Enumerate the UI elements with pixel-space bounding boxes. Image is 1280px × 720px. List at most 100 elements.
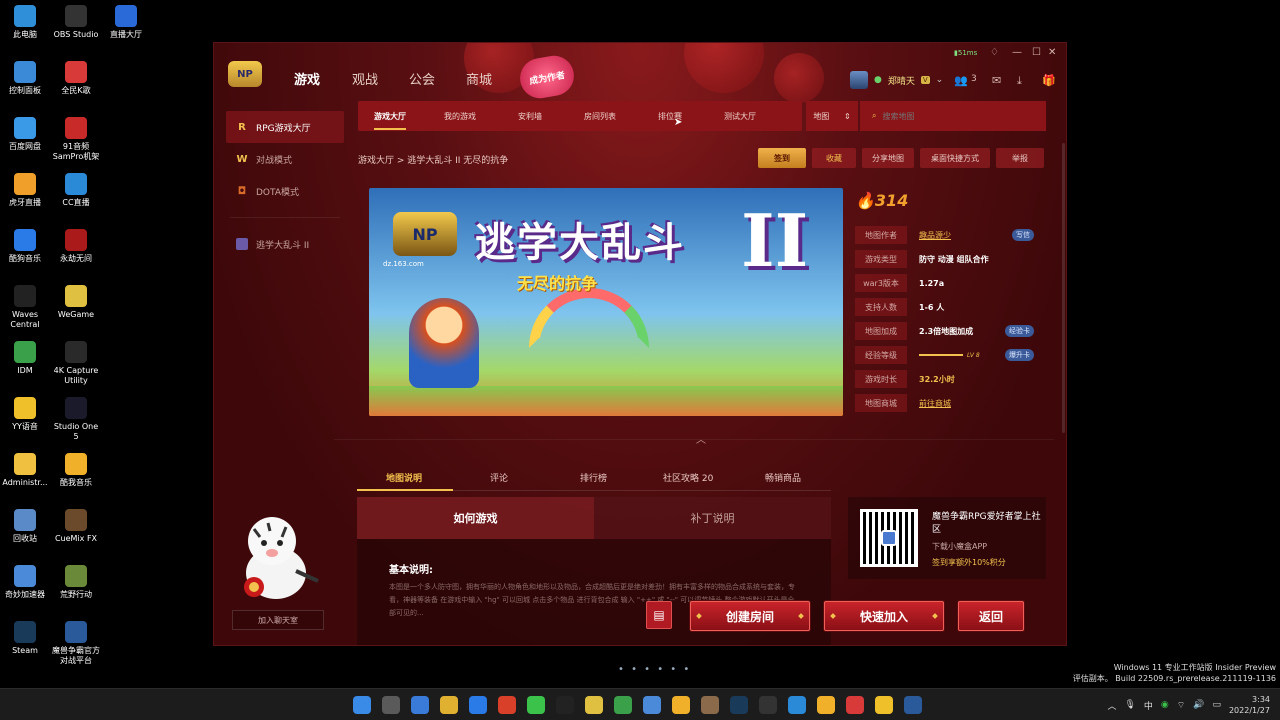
desktop-icon[interactable]: Steam [0,621,50,656]
start-icon[interactable] [353,696,371,714]
mail-icon[interactable]: ✉ [992,74,1001,87]
desktop-icon[interactable]: CueMix FX [51,509,101,544]
clock[interactable]: 3:34 2022/1/27 [1229,694,1270,716]
accelerator-icon[interactable] [643,696,661,714]
microphone-icon[interactable]: 🎙 [1124,700,1135,710]
become-author-badge[interactable]: 成为作者 [516,52,578,102]
cc-icon[interactable] [788,696,806,714]
wegame-icon[interactable] [585,696,603,714]
username[interactable]: 郑晴天 [888,74,915,87]
nav-spectate[interactable]: 观战 [352,69,378,88]
desktop-icon[interactable]: WeGame [51,285,101,320]
create-room-button[interactable]: 创建房间 [690,601,810,631]
desktop-icon[interactable]: 百度网盘 [0,117,50,152]
desktop-icon[interactable]: 全民K歌 [51,61,101,96]
nav-store[interactable]: 商城 [466,69,492,88]
info-action-pill[interactable]: 写信 [1012,229,1034,241]
sidebar-item-rpg[interactable]: R RPG游戏大厅 [226,111,344,143]
qq-icon[interactable] [556,696,574,714]
sidebar-item-dota[interactable]: ◘ DOTA模式 [226,175,344,207]
obs-icon[interactable] [759,696,777,714]
chevron-up-icon[interactable]: ︿ [1107,699,1116,712]
gift-icon[interactable]: 🎁 [1042,74,1056,87]
tab-room-list[interactable]: 房间列表 [584,111,616,122]
desktop-icon[interactable]: 此电脑 [0,5,50,40]
wechat-tray-icon[interactable]: ◉ [1161,700,1169,710]
game-icon[interactable] [701,696,719,714]
back-button[interactable]: 返回 [958,601,1024,631]
sidebar-item-battle[interactable]: W 对战模式 [226,143,344,175]
iqiyi-icon[interactable] [614,696,632,714]
close-icon[interactable]: ✕ [1048,47,1056,58]
desktop-icon[interactable]: 魔兽争霸官方对战平台 [51,621,101,666]
desktop-icon[interactable]: 荒野行动 [51,565,101,600]
tab-patch-notes[interactable]: 补丁说明 [594,497,831,539]
info-action-pill[interactable]: 经验卡 [1005,325,1034,337]
desktop-icon[interactable]: 4K Capture Utility [51,341,101,386]
quick-join-button[interactable]: 快速加入 [824,601,944,631]
kuwo-icon[interactable] [817,696,835,714]
kuwo-icon[interactable] [672,696,690,714]
tab-how-to-play[interactable]: 如何游戏 [357,497,594,539]
nav-game[interactable]: 游戏 [294,69,320,88]
desktop-icon[interactable]: 回收站 [0,509,50,544]
share-map-button[interactable]: 分享地图 [862,148,914,168]
task-view-icon[interactable] [382,696,400,714]
desktop-icon[interactable]: 控制面板 [0,61,50,96]
wechat-icon[interactable] [527,696,545,714]
tab-leaderboard[interactable]: 排行榜 [580,471,607,484]
tab-game-hall[interactable]: 游戏大厅 [374,111,406,130]
sidebar-item-recent-game[interactable]: 逃学大乱斗 II [226,228,344,260]
report-button[interactable]: 举报 [996,148,1044,168]
chrome-icon[interactable] [498,696,516,714]
desktop-icon[interactable]: 奇妙加速器 [0,565,50,600]
tab-comments[interactable]: 评论 [490,471,508,484]
search-input[interactable] [882,111,1023,121]
minimize-icon[interactable]: — [1012,47,1022,58]
store-icon[interactable]: ▤ [646,601,672,629]
favorite-button[interactable]: 收藏 [812,148,856,168]
desktop-icon[interactable]: CC直播 [51,173,101,208]
battery-icon[interactable]: ▭ [1212,700,1221,710]
sign-in-button[interactable]: 签到 [758,148,806,168]
platform-logo[interactable]: NP [228,61,262,87]
desktop-icon[interactable]: 直播大厅 [101,5,151,40]
kge-icon[interactable] [846,696,864,714]
desktop-icon[interactable]: Waves Central [0,285,50,330]
desktop-icon[interactable]: IDM [0,341,50,376]
maximize-icon[interactable]: ☐ [1032,47,1041,58]
desktop-icon[interactable]: YY语音 [0,397,50,432]
input-language[interactable]: 中 [1144,699,1153,712]
steam-icon[interactable] [730,696,748,714]
avatar[interactable] [850,71,868,89]
desktop-icon[interactable]: 酷狗音乐 [0,229,50,264]
chevron-down-icon[interactable]: ⌄ [936,75,944,85]
volume-icon[interactable]: 🔊 [1193,700,1204,710]
desktop-icon[interactable]: OBS Studio [51,5,101,40]
collapse-chevron-icon[interactable]: ︿ [696,431,706,446]
tab-recommend-wall[interactable]: 安利墙 [518,111,542,122]
desktop-shortcut-button[interactable]: 桌面快捷方式 [920,148,990,168]
kugou-icon[interactable] [469,696,487,714]
download-icon[interactable]: ⤓ [1017,74,1022,88]
user-area[interactable]: ● 郑晴天 V ⌄ [850,71,943,89]
tab-community-guides[interactable]: 社区攻略 20 [663,471,713,484]
nav-guild[interactable]: 公会 [409,69,435,88]
warcraft-platform-icon[interactable] [904,696,922,714]
map-search[interactable]: ⌕ [860,101,1046,131]
wifi-icon[interactable]: ⌔ [1177,700,1185,711]
tab-bestsellers[interactable]: 畅销商品 [765,471,801,484]
skin-icon[interactable]: ♢ [990,47,999,58]
tab-my-games[interactable]: 我的游戏 [444,111,476,122]
info-value[interactable]: 趣品源少 [919,230,951,241]
widgets-icon[interactable] [411,696,429,714]
desktop-icon[interactable]: 永劫无间 [51,229,101,264]
game-banner[interactable]: NP dz.163.com 逃学大乱斗 II 无尽的抗争 [369,188,843,416]
tab-map-description[interactable]: 地图说明 [386,471,422,484]
desktop-icon[interactable]: 虎牙直播 [0,173,50,208]
desktop-icon[interactable]: Administr... [0,453,50,488]
scrollbar[interactable] [1062,143,1065,433]
desktop-icon[interactable]: 酷我音乐 [51,453,101,488]
desktop-icon[interactable]: 91音频 SamPro机架 [51,117,101,162]
info-value[interactable]: 前往商城 [919,398,951,409]
